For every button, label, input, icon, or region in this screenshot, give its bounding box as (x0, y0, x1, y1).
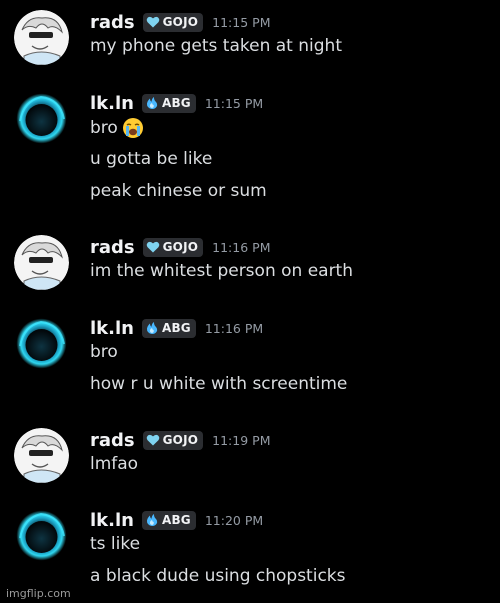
message-text: bro (90, 342, 118, 362)
blue-orb-avatar[interactable] (14, 316, 69, 371)
message-text: u gotta be like (90, 149, 213, 169)
server-tag[interactable]: ABG (141, 510, 196, 530)
watermark: imgflip.com (6, 587, 71, 600)
timestamp: 11:19 PM (212, 432, 271, 448)
anime-character-avatar[interactable] (14, 235, 69, 290)
message-header: rads GOJO 11:16 PM (90, 235, 270, 259)
server-tag[interactable]: ABG (141, 318, 196, 338)
server-tag[interactable]: ABG (141, 93, 196, 113)
heart-icon (146, 15, 160, 29)
tag-label: GOJO (162, 433, 199, 447)
message-header: lk.ln ABG 11:16 PM (90, 316, 263, 340)
message-header: lk.ln ABG 11:15 PM (90, 91, 263, 115)
message-text: a black dude using chopsticks (90, 566, 346, 586)
username[interactable]: lk.ln (90, 318, 134, 339)
tag-label: ABG (161, 321, 191, 335)
anime-character-avatar[interactable] (14, 10, 69, 65)
chat-log: rads GOJO 11:15 PM my phone gets taken a… (0, 0, 500, 603)
timestamp: 11:20 PM (204, 512, 264, 528)
timestamp: 11:15 PM (204, 95, 264, 111)
message-header: lk.ln ABG 11:20 PM (90, 508, 263, 532)
message-group: rads GOJO 11:15 PM my phone gets taken a… (0, 10, 500, 70)
heart-icon (146, 240, 160, 254)
timestamp: 11:16 PM (204, 320, 264, 336)
username[interactable]: lk.ln (90, 93, 134, 114)
tag-label: GOJO (162, 15, 199, 29)
blue-orb-avatar[interactable] (14, 508, 69, 563)
tag-label: GOJO (162, 240, 199, 254)
message-text: ts like (90, 534, 141, 554)
message-text: peak chinese or sum (90, 181, 267, 201)
message-text: how r u white with screentime (90, 374, 348, 394)
message-group: rads GOJO 11:19 PM lmfao (0, 428, 500, 488)
message-group: rads GOJO 11:16 PM im the whitest person… (0, 235, 500, 295)
username[interactable]: lk.ln (90, 510, 134, 531)
server-tag[interactable]: GOJO (142, 12, 204, 32)
tag-label: ABG (161, 96, 191, 110)
flame-icon (145, 513, 159, 527)
server-tag[interactable]: GOJO (142, 237, 204, 257)
flame-icon (145, 321, 159, 335)
username[interactable]: rads (90, 12, 135, 33)
username[interactable]: rads (90, 237, 135, 258)
message-header: rads GOJO 11:15 PM (90, 10, 270, 34)
loudly-crying-face-emoji (122, 117, 144, 139)
message-header: rads GOJO 11:19 PM (90, 428, 270, 452)
anime-character-avatar[interactable] (14, 428, 69, 483)
flame-icon (145, 96, 159, 110)
message-group: lk.ln ABG 11:20 PM ts like a black dude … (0, 508, 500, 598)
heart-icon (146, 433, 160, 447)
server-tag[interactable]: GOJO (142, 430, 204, 450)
blue-orb-avatar[interactable] (14, 91, 69, 146)
tag-label: ABG (161, 513, 191, 527)
message-text: lmfao (90, 454, 139, 474)
message-group: lk.ln ABG 11:15 PM bro u gotta be like p… (0, 91, 500, 211)
timestamp: 11:16 PM (212, 239, 271, 255)
message-group: lk.ln ABG 11:16 PM bro how r u white wit… (0, 316, 500, 406)
message-text: im the whitest person on earth (90, 261, 354, 281)
message-text: my phone gets taken at night (90, 36, 342, 56)
message-text: bro (90, 117, 144, 139)
timestamp: 11:15 PM (212, 14, 271, 30)
username[interactable]: rads (90, 430, 135, 451)
message-text-content: bro (90, 118, 118, 138)
